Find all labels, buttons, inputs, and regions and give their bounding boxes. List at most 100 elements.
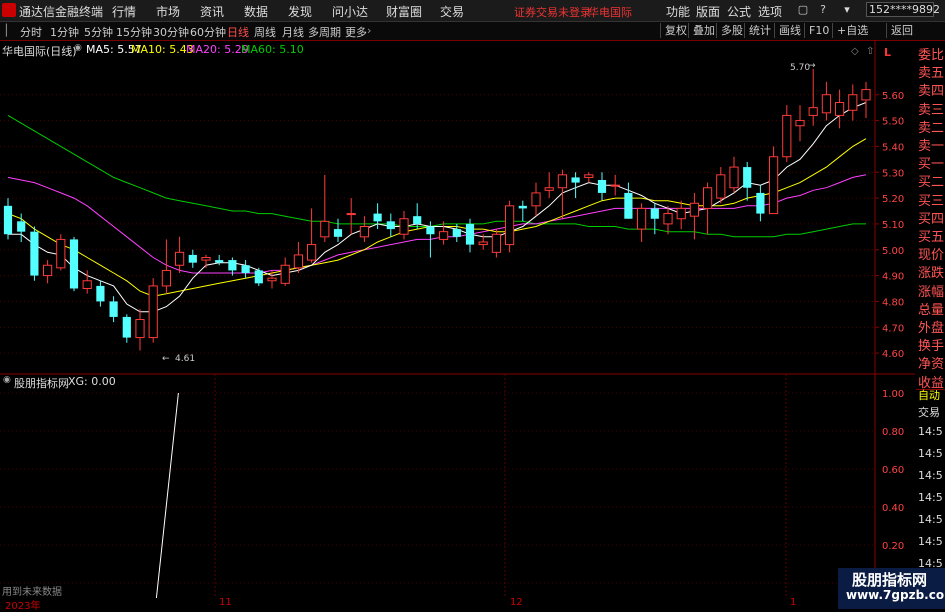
quote-label-3: 卖三 [918,102,945,118]
menu-caifuquan[interactable]: 财富圈 [386,3,422,20]
tick-time-1: 14:5 [918,447,943,460]
period-multi[interactable]: 多周期 [308,24,341,40]
candle [729,156,739,193]
price-tick-label: 4.80 [882,297,904,308]
trade-login-status[interactable]: 证券交易未登录 [514,4,591,20]
collapse-icon[interactable]: ▏ [6,24,14,37]
period-daily[interactable]: 日线 [227,24,249,40]
candle [610,174,620,196]
btn-f10[interactable]: F10 [804,23,833,38]
quote-label-8: 买三 [918,193,945,209]
candle [175,236,185,273]
btn-add-watchlist[interactable]: +自选 [832,23,872,38]
more-chevron-icon[interactable]: › [367,24,371,37]
period-30min[interactable]: 30分钟 [153,24,189,40]
candle-body [610,184,620,187]
candle-body [188,254,197,263]
low-arrow-icon: ← [162,354,170,364]
menu-wenxiaoda[interactable]: 问小达 [332,3,368,20]
candle [69,236,79,292]
candle [201,254,211,268]
period-fenshi[interactable]: 分时 [20,24,42,40]
quote-label-11: 现价 [918,248,945,264]
indicator-grid [0,392,875,584]
candle [307,208,317,263]
candle [544,172,554,199]
candle-body [571,177,580,183]
quote-label-0: 委比 [918,48,945,63]
candle [491,229,501,258]
tick-time-3: 14:5 [918,491,943,504]
period-monthly[interactable]: 月线 [282,24,304,40]
period-1min[interactable]: 1分钟 [50,24,79,40]
candle-body [267,277,277,282]
kline-chart[interactable]: 5.60 5.50 5.40 5.30 5.20 5.10 5.00 4.90 4.80 4.70… [0,41,915,598]
candle [30,226,39,281]
menu-jiaoyi[interactable]: 交易 [440,3,464,20]
candle [359,216,369,242]
candle [769,146,779,215]
restore-icon[interactable]: ▢ [796,2,810,17]
menu-hangqing[interactable]: 行情 [112,3,136,20]
candle-body [135,319,145,339]
menu-gongshi[interactable]: 公式 [727,3,751,20]
candle [808,68,818,126]
candle [254,267,263,286]
quote-label-17: 净资 [918,357,945,373]
candle-body [584,174,594,178]
user-icon[interactable]: ▾ [840,2,854,17]
period-weekly[interactable]: 周线 [254,24,276,40]
candle [399,211,409,240]
period-more[interactable]: 更多 [345,24,367,40]
help-icon[interactable]: ? [816,2,830,17]
legend-toggle-icon[interactable]: ◉ [74,43,82,53]
menu-xuanxiang[interactable]: 选项 [758,3,782,20]
menu-zixun[interactable]: 资讯 [200,3,224,20]
price-tick-label: 5.30 [882,168,904,179]
menu-faxian[interactable]: 发现 [288,3,312,20]
tick-time-2: 14:5 [918,469,943,482]
diamond-icon[interactable]: ◇ [851,46,859,57]
candle-body [835,102,845,116]
candle [280,257,290,286]
candle-body [320,220,330,238]
candle [557,169,567,219]
candle [135,309,145,351]
candle-body [452,229,461,237]
btn-huaxian[interactable]: 画线 [774,23,805,38]
price-tick-label: 5.20 [882,194,904,205]
menu-shichang[interactable]: 市场 [156,3,180,20]
btn-tongji[interactable]: 统计 [744,23,775,38]
candle-body [531,192,541,207]
account-field[interactable]: 152****9892 [866,2,940,17]
menu-shuju[interactable]: 数据 [244,3,268,20]
candle [821,81,831,121]
btn-fuquan[interactable]: 复权 [660,23,691,38]
moving-average-lines [7,102,867,313]
watermark-title: 股朋指标网 [852,571,928,589]
watermark-url: www.7gpzb.com [846,588,945,602]
period-5min[interactable]: 5分钟 [84,24,113,40]
candle-body [3,205,13,235]
candle [861,81,871,118]
quote-label-10: 买五 [918,230,945,245]
period-60min[interactable]: 60分钟 [190,24,226,40]
menu-gongneng[interactable]: 功能 [666,3,690,20]
btn-back[interactable]: 返回 [886,23,917,38]
stock-title: 华电国际(日线) [2,45,77,58]
menu-banmian[interactable]: 版面 [696,3,720,20]
candle [756,185,765,222]
tab-auto[interactable]: 自动 [918,387,940,403]
candle-body [201,257,211,261]
candle [188,249,197,268]
candle [518,200,527,222]
period-15min[interactable]: 15分钟 [116,24,152,40]
candle-body [689,202,699,217]
up-arrow-icon[interactable]: ⇧ [866,46,874,57]
candle-body [703,187,713,209]
candle [320,174,330,242]
tab-trade[interactable]: 交易 [918,404,940,420]
btn-diejia[interactable]: 叠加 [688,23,719,38]
indicator-toggle-icon[interactable]: ◉ [3,375,11,385]
btn-duogu[interactable]: 多股 [716,23,747,38]
